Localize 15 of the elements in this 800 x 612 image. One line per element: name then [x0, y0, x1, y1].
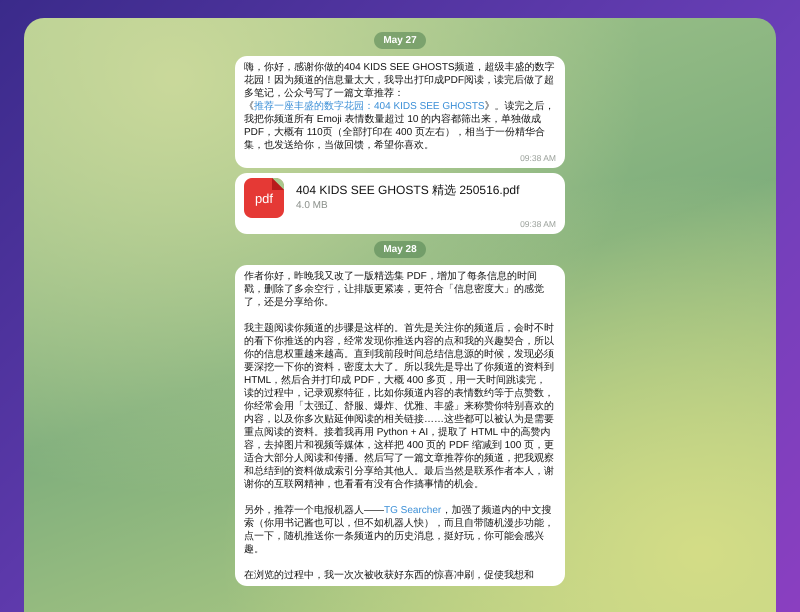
- link[interactable]: TG Searcher: [384, 505, 442, 516]
- date-label: May 27: [374, 32, 426, 49]
- message-text: 在浏览的过程中，我一次次被收获好东西的惊喜冲刷，促使我想和: [244, 569, 535, 582]
- message-text: 另外，推荐一个电报机器人——TG Searcher，加强了频道内的中文搜索（你用书记酱也可以，但不如机器人快），而且自带随机漫步功能，点一下，随机推送你一条频道内的历史消息，挺好玩，你可能会感兴趣。: [244, 504, 555, 556]
- message-time: 09:38 AM: [519, 219, 556, 230]
- message-text: 作者你好，昨晚我又改了一版精选集 PDF，增加了每条信息的时间戳，删除了多余空行，让排版更紧凑，更符合「信息密度大」的感觉了，还是分享给你。: [244, 270, 545, 309]
- pdf-file-icon: pdf: [244, 178, 284, 218]
- link[interactable]: 推荐一座丰盛的数字花园：404 KIDS SEE GHOSTS: [254, 101, 485, 112]
- file-size: 4.0 MB: [296, 199, 329, 212]
- message-time: 09:38 AM: [519, 153, 556, 164]
- file-name: 404 KIDS SEE GHOSTS 精选 250516.pdf: [296, 184, 520, 197]
- message-text: 嗨，你好，感谢你做的404 KIDS SEE GHOSTS频道，超级丰盛的数字花园！因为频道的信息量太大，我导出打印成PDF阅读，读完后做了超多笔记，公众号写了一篇文章推荐：《推荐一座丰盛的数字花园：404 KIDS SEE GHOSTS》。读完之后，我把你频道所有 Emoji 表情数量超过 10 的内容都筛出来，单独做成 PDF，大概有 110页（全部打印在 400 页左右），相当于一份精华合集，也发送给你，当做回馈，希望你喜欢。: [244, 61, 556, 152]
- file-bubble[interactable]: pdf 404 KIDS SEE GHOSTS 精选 250516.pdf 4.0 MB 09:38 AM: [235, 173, 565, 234]
- message-text: 我主题阅读你频道的步骤是这样的。首先是关注你的频道后，会时不时的看下你推送的内容，经常发现你推送内容的点和我的兴趣契合，所以你的信息权重越来越高。直到我前段时间总结信息源的时候，发现必须要深挖一下你的资料，密度太大了。所以我先是导出了你频道的资料到 HTML，然后合并打印成 PDF，大概 400 多页，用一天时间跳读完，读的过程中，记录观察特征，比如你频道内容的表情数约等于点赞数，你经常会用「太强辽、舒服、爆炸、优雅、丰盛」来称赞你特别喜欢的内容，以及你多次贴延伸阅读的相关链接……这些都可以被认为是需要重点阅读的资料。接着我再用 Python + AI，提取了 HTML 中的高赞内容，去掉图片和视频等媒体，这样把 400 页的 PDF 缩减到 100 页，更适合大部分人阅读和传播。然后写了一篇文章推荐你的频道，把我观察和总结到的资料做成索引分享给其他人。最后当然是联系作者本人，谢谢你的互联网精神，也看看有没有合作搞事情的机会。: [244, 322, 556, 491]
- date-label: May 28: [374, 241, 426, 258]
